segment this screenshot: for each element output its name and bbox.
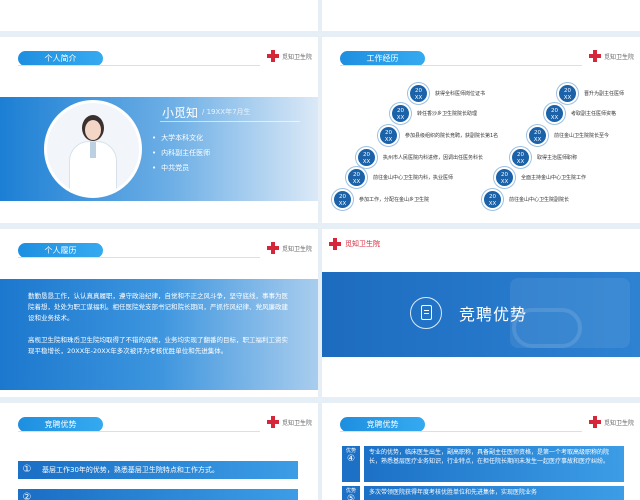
badge-tag: 优势 [345,448,356,454]
logo-text: 觅知卫生院 [281,53,312,61]
divider [160,121,300,122]
list-item: 内科副主任医师 [152,146,210,161]
divider [18,257,260,258]
medical-cross-icon [266,241,280,255]
logo-text: 觅知卫生院 [603,53,634,61]
year-circle: 20 XX [527,125,548,146]
list-item: 大学本科文化 [152,131,210,146]
slide-top-right [322,0,640,31]
section-title: 个人履历 [18,243,103,258]
section-title: 工作经历 [340,51,425,66]
number-badge: ① [18,461,36,479]
year-circle: 20 XX [494,167,515,188]
timeline-event: 参加工作，分配在金山乡卫生院 [359,197,430,203]
year-circle: 20 XX [544,103,565,124]
year-circle: 20 XX [390,103,411,124]
advantage-row: ② [18,487,298,500]
resume-paragraph: 勤勤恳恳工作，认认真真履职，遵守政治纪律，自觉和不正之风斗争，坚守底线，事事为医… [28,292,288,322]
year-circle: 20 XX [346,167,367,188]
number-badge: ② [18,489,36,500]
timeline-event: 全面主持金山中心卫生院工作 [521,175,587,181]
slide-resume[interactable]: 个人履历 觅知卫生院 勤勤恳恳工作，认认真真履职，遵守政治纪律，自觉和不正之风斗… [0,229,318,397]
list-item: 中共党员 [152,161,210,176]
divider [18,431,260,432]
medical-cross-icon [588,415,602,429]
logo-text: 觅知卫生院 [345,240,380,248]
medical-cross-icon [266,49,280,63]
year-circle: 20 XX [356,147,377,168]
divider [340,65,582,66]
timeline-event: 取得主治医师职称 [537,155,578,161]
hospital-logo: 觅知卫生院 [266,49,312,63]
divider [340,431,582,432]
year-circle: 20 XX [482,189,503,210]
slide-section-title[interactable]: 觅知卫生院 竞聘优势 [322,229,640,397]
timeline-event: 考取副主任医师资格 [571,111,617,117]
year-circle: 20 XX [378,125,399,146]
clipboard-icon [421,305,432,320]
advantage-row: ① 基层工作30年的优势，熟悉基层卫生院特点和工作方式。 [18,459,298,481]
year-circle: 20 XX [557,83,578,104]
profile-list: 大学本科文化 内科副主任医师 中共党员 [152,131,210,176]
slide-profile[interactable]: 个人简介 觅知卫生院 小觅知 / 19XX年7月生 大学本科文化 内科副主任医师… [0,37,318,223]
timeline-event: 获得全科医师岗位证书 [435,91,486,97]
timeline-event: 转任香沙乡卫生院院长助理 [417,111,478,117]
year-circle: 20 XX [408,83,429,104]
doctor-photo [44,100,142,198]
timeline-event: 前往金山卫生院院长至今 [554,133,610,139]
slide-advantages-right[interactable]: 竞聘优势 觅知卫生院 优势 ④ 专业的优势，临床医生出生，副高职称，具备副主任医… [322,403,640,500]
badge-tag: 优势 [345,488,356,494]
section-title: 竞聘优势 [18,417,103,432]
medical-cross-icon [328,237,342,251]
advantage-text: 多次带领医院获得年度考核优胜单位和先进集体，实现医院业务 [364,486,624,500]
resume-paragraph: 高枧卫生院和珠岙卫生院均取得了不错的成绩，业务均实现了翻番的目标，职工福利工资实… [28,336,288,355]
year-circle: 20 XX [510,147,531,168]
number-badge: 优势 ⑤ [342,486,360,500]
advantage-text: 基层工作30年的优势，熟悉基层卫生院特点和工作方式。 [36,461,298,479]
slide-timeline[interactable]: 工作经历 觅知卫生院 20 XX 获得全科医师岗位证书 20 XX 转任香沙乡卫生院院长助… [322,37,640,223]
logo-text: 觅知卫生院 [603,419,634,427]
timeline-event: 前往金山中心卫生院副院长 [509,197,570,203]
advantage-text [36,489,298,500]
section-title: 竞聘优势 [340,417,425,432]
slide-top-left [0,0,318,31]
hospital-logo: 觅知卫生院 [588,415,634,429]
hospital-logo: 觅知卫生院 [328,237,380,251]
profile-name: 小觅知 [162,106,199,120]
medical-cross-icon [588,49,602,63]
profile-born: / 19XX年7月生 [202,108,251,116]
logo-text: 觅知卫生院 [281,419,312,427]
hospital-logo: 觅知卫生院 [266,241,312,255]
timeline-event: 前往金山中心卫生院内科，执业医师 [373,175,454,181]
year-circle: 20 XX [332,189,353,210]
timeline-event: 执州市人民医院内科进修，因调出任医务科长 [383,155,484,161]
advantage-text: 专业的优势，临床医生出生，副高职称，具备副主任医师资格，是第一个考取高级职称的院… [364,446,624,482]
hero-band: 竞聘优势 [322,272,640,357]
badge-number: ⑤ [346,494,356,500]
number-badge: 优势 ④ [342,446,360,482]
badge-number: ④ [346,454,356,464]
timeline-event: 晋升为副主任医师 [584,91,625,97]
medical-cross-icon [266,415,280,429]
slide-advantages-left[interactable]: 竞聘优势 觅知卫生院 ① 基层工作30年的优势，熟悉基层卫生院特点和工作方式。 … [0,403,318,500]
hospital-logo: 觅知卫生院 [266,415,312,429]
divider [18,65,260,66]
timeline-event: 参加县级组织的院长竞聘，获副院长第1名 [405,133,499,139]
logo-text: 觅知卫生院 [281,245,312,253]
hero-title: 竞聘优势 [459,305,528,324]
hospital-logo: 觅知卫生院 [588,49,634,63]
section-title: 个人简介 [18,51,103,66]
